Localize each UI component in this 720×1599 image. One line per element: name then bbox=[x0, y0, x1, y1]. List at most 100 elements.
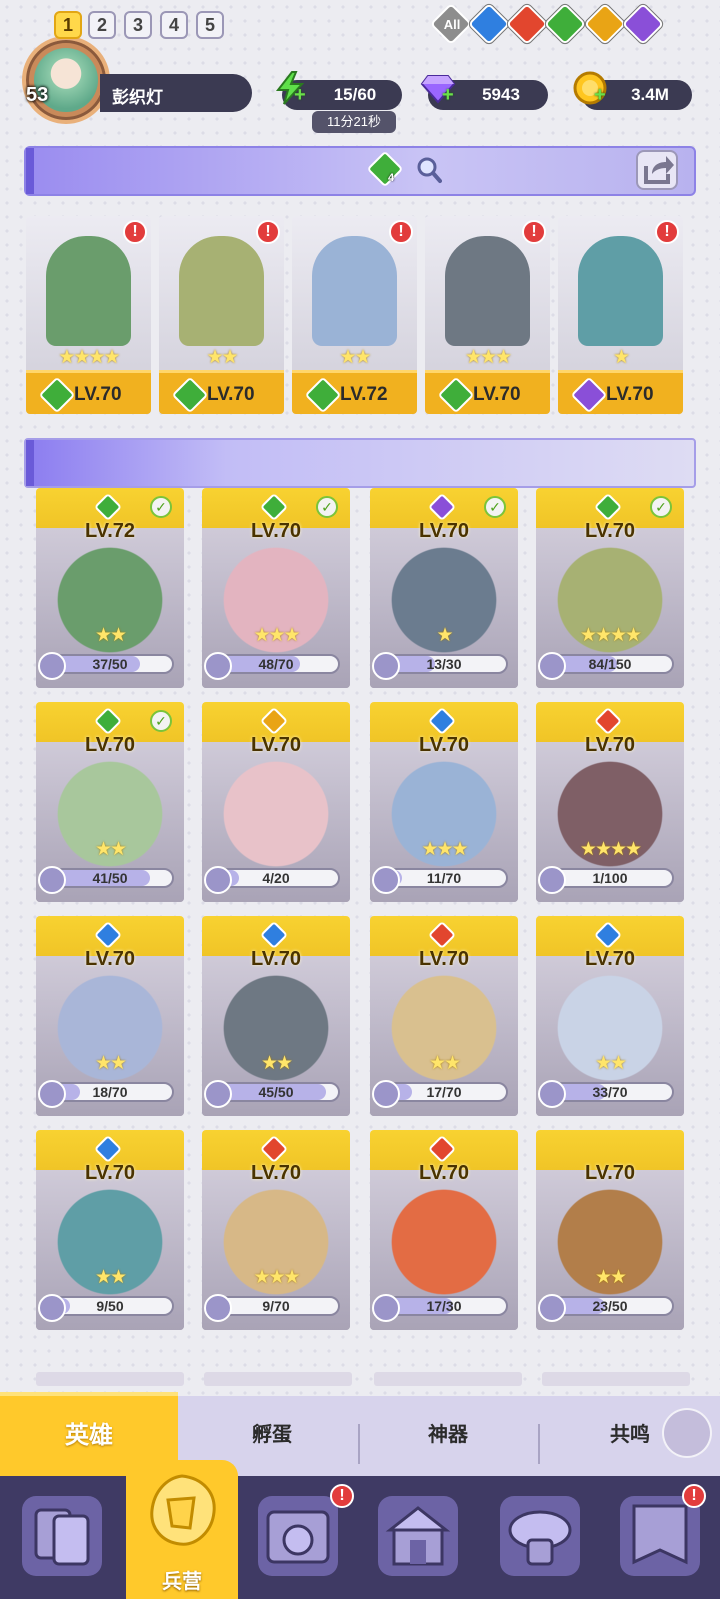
nav-map-icon[interactable] bbox=[258, 1496, 338, 1576]
filter-fire-icon[interactable] bbox=[505, 2, 549, 46]
hero-stars: ★★ bbox=[594, 1267, 627, 1288]
hero-stars: ★ bbox=[436, 625, 453, 646]
fire-element-icon bbox=[259, 1134, 289, 1164]
dark-element-icon bbox=[427, 492, 457, 522]
team-hero-card[interactable]: ! ★ LV.70 bbox=[558, 216, 683, 414]
share-button[interactable] bbox=[636, 150, 678, 190]
hero-card[interactable]: LV.70 ★★ 9/50 bbox=[36, 1130, 184, 1330]
nav-cards-icon[interactable] bbox=[22, 1496, 102, 1576]
nature-element-icon bbox=[93, 492, 123, 522]
nature-element-icon bbox=[171, 376, 209, 414]
nav-barracks-label: 兵营 bbox=[162, 1571, 202, 1593]
hero-shard-icon bbox=[38, 652, 66, 680]
hero-card[interactable]: ✓ LV.70 ★★ 41/50 bbox=[36, 702, 184, 902]
hero-level: LV.70 bbox=[207, 384, 255, 405]
player-avatar[interactable] bbox=[22, 36, 110, 124]
tab-hatch[interactable]: 孵蛋 bbox=[212, 1418, 332, 1447]
hero-level: LV.70 bbox=[418, 520, 470, 542]
shard-progress-text: 9/50 bbox=[96, 1298, 124, 1314]
hero-stars: ★★ bbox=[94, 625, 127, 646]
team-hero-card[interactable]: ! ★★ LV.72 bbox=[292, 216, 417, 414]
hero-stars: ★★ bbox=[94, 1053, 127, 1074]
hero-stars: ★★★★ bbox=[579, 839, 642, 860]
search-icon[interactable] bbox=[416, 156, 442, 189]
team-hero-card[interactable]: ! ★★★★ LV.70 bbox=[26, 216, 151, 414]
hero-card[interactable]: ✓ LV.72 ★★ 37/50 bbox=[36, 488, 184, 688]
hero-card[interactable]: LV.70 ★★ 45/50 bbox=[202, 916, 350, 1116]
filter-water-icon[interactable] bbox=[467, 2, 511, 46]
hero-card-partial bbox=[36, 1372, 184, 1386]
hero-card[interactable]: LV.70 ★★★ 9/70 bbox=[202, 1130, 350, 1330]
team-preset-2[interactable]: 2 bbox=[88, 11, 116, 39]
hero-shard-icon bbox=[538, 1080, 566, 1108]
fire-element-icon bbox=[593, 706, 623, 736]
hero-card[interactable]: LV.70 ★★★ 11/70 bbox=[370, 702, 518, 902]
nav-banner-icon[interactable] bbox=[620, 1496, 700, 1576]
hero-shard-icon bbox=[372, 1294, 400, 1322]
hero-shard-icon bbox=[204, 1080, 232, 1108]
player-level: 53 bbox=[26, 84, 49, 106]
filter-all-button[interactable]: All bbox=[429, 2, 473, 46]
nav-shop-icon[interactable] bbox=[378, 1496, 458, 1576]
hero-level: LV.72 bbox=[84, 520, 136, 542]
hero-alert-badge: ! bbox=[123, 220, 147, 244]
hero-card-partial bbox=[374, 1372, 522, 1386]
tab-artifacts[interactable]: 神器 bbox=[388, 1418, 508, 1447]
team-preset-4[interactable]: 4 bbox=[160, 11, 188, 39]
team-preset-3[interactable]: 3 bbox=[124, 11, 152, 39]
hero-card[interactable]: LV.70 ★★ 18/70 bbox=[36, 916, 184, 1116]
team-preset-5[interactable]: 5 bbox=[196, 11, 224, 39]
hero-level-bar: LV.70 bbox=[425, 370, 550, 414]
hero-shard-icon bbox=[204, 866, 232, 894]
team-hero-card[interactable]: ! ★★★ LV.70 bbox=[425, 216, 550, 414]
hero-stars: ★★★ bbox=[421, 839, 468, 860]
dark-element-icon bbox=[570, 376, 608, 414]
hero-level: LV.70 bbox=[584, 1162, 636, 1184]
hero-stars: ★★ bbox=[594, 1053, 627, 1074]
team-preset-bar bbox=[24, 146, 696, 196]
in-team-check-icon: ✓ bbox=[316, 496, 338, 518]
hero-level: LV.72 bbox=[340, 384, 388, 405]
hero-level: LV.70 bbox=[606, 384, 654, 405]
shard-progress-text: 41/50 bbox=[92, 870, 128, 886]
energy-icon: + bbox=[272, 70, 308, 106]
hero-stars: ★★★ bbox=[253, 1267, 300, 1288]
hero-card[interactable]: LV.70 ★★ 17/70 bbox=[370, 916, 518, 1116]
water-element-icon bbox=[593, 920, 623, 950]
hero-shard-icon bbox=[38, 1080, 66, 1108]
hero-card[interactable]: LV.70 ★★ 23/50 bbox=[536, 1130, 684, 1330]
hero-card[interactable]: ✓ LV.70 ★★★★ 84/150 bbox=[536, 488, 684, 688]
hero-shard-icon bbox=[204, 652, 232, 680]
hero-stars: ★★ bbox=[94, 1267, 127, 1288]
in-team-check-icon: ✓ bbox=[650, 496, 672, 518]
hero-stars: ★★ bbox=[428, 1053, 461, 1074]
hero-card-partial bbox=[542, 1372, 690, 1386]
hero-level: LV.70 bbox=[418, 948, 470, 970]
hero-level: LV.70 bbox=[584, 520, 636, 542]
hero-stars: ★★ bbox=[94, 839, 127, 860]
hero-card[interactable]: LV.70 4/20 bbox=[202, 702, 350, 902]
shard-progress-text: 11/70 bbox=[426, 870, 462, 886]
gold-value: 3.4M bbox=[631, 85, 669, 104]
hero-alert-badge: ! bbox=[522, 220, 546, 244]
filter-light-icon[interactable] bbox=[583, 2, 627, 46]
team-preset-1[interactable]: 1 bbox=[54, 11, 82, 39]
hero-card[interactable]: LV.70 ★★★★ 1/100 bbox=[536, 702, 684, 902]
floating-assist-button[interactable] bbox=[662, 1408, 712, 1458]
nav-guild-icon[interactable] bbox=[500, 1496, 580, 1576]
player-name-bar[interactable]: 彭织灯 bbox=[100, 74, 252, 112]
hero-card[interactable]: LV.70 ★★ 33/70 bbox=[536, 916, 684, 1116]
energy-value: 15/60 bbox=[333, 85, 377, 104]
hero-card[interactable]: ✓ LV.70 ★★★ 48/70 bbox=[202, 488, 350, 688]
team-element-bonus-count: 4 bbox=[388, 172, 395, 184]
filter-nature-icon[interactable] bbox=[543, 2, 587, 46]
team-hero-card[interactable]: ! ★★ LV.70 bbox=[159, 216, 284, 414]
hero-card[interactable]: ✓ LV.70 ★ 13/30 bbox=[370, 488, 518, 688]
hero-level-bar: LV.70 bbox=[26, 370, 151, 414]
hero-level: LV.70 bbox=[584, 734, 636, 756]
hero-portrait bbox=[578, 236, 663, 346]
hero-card[interactable]: LV.70 17/30 bbox=[370, 1130, 518, 1330]
hero-shard-icon bbox=[372, 866, 400, 894]
shard-progress-text: 13/30 bbox=[426, 656, 462, 672]
filter-dark-icon[interactable] bbox=[621, 2, 665, 46]
